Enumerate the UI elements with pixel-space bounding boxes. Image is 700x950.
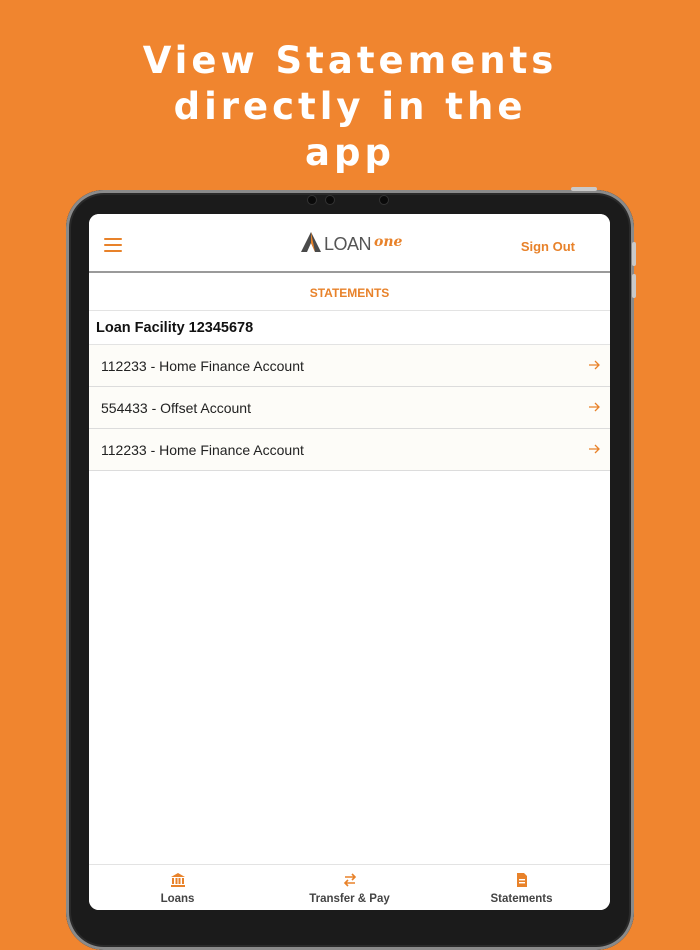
tab-label: Transfer & Pay [309, 893, 390, 905]
arrow-right-icon [589, 444, 600, 454]
arrow-right-icon [589, 360, 600, 370]
sensor-icon [308, 196, 316, 204]
page-title: STATEMENTS [89, 273, 610, 311]
volume-up-button [632, 242, 636, 266]
promo-headline: View Statements directly in the app [0, 38, 700, 176]
logo-text: LOAN [324, 234, 372, 254]
logo-accent-text: one [374, 234, 403, 250]
power-button [571, 187, 597, 191]
tab-label: Loans [160, 893, 195, 905]
tab-statements[interactable]: Statements [435, 865, 608, 910]
logo-mountain-icon [301, 232, 321, 252]
camera-bar [306, 194, 394, 206]
transfer-icon [343, 873, 356, 887]
hamburger-menu-icon[interactable] [104, 238, 122, 252]
account-label: 112233 - Home Finance Account [101, 358, 304, 374]
camera-icon [326, 196, 334, 204]
loan-facility-heading: Loan Facility 12345678 [89, 311, 610, 345]
account-list: 112233 - Home Finance Account 554433 - O… [89, 345, 610, 471]
app-header: LOAN one Sign Out [89, 214, 610, 273]
headline-line-1: View Statements [142, 39, 558, 82]
account-label: 554433 - Offset Account [101, 400, 251, 416]
loanone-logo: LOAN one [300, 231, 410, 255]
account-row[interactable]: 112233 - Home Finance Account [89, 429, 610, 471]
app-screen: LOAN one Sign Out STATEMENTS Loan Facili… [89, 214, 610, 910]
account-row[interactable]: 554433 - Offset Account [89, 387, 610, 429]
sensor-icon [380, 196, 388, 204]
tab-label: Statements [490, 893, 553, 905]
headline-line-3: app [305, 131, 395, 174]
volume-down-button [632, 274, 636, 298]
sign-out-button[interactable]: Sign Out [521, 239, 575, 254]
tab-loans[interactable]: Loans [91, 865, 264, 910]
account-row[interactable]: 112233 - Home Finance Account [89, 345, 610, 387]
bank-icon [170, 873, 185, 887]
arrow-right-icon [589, 402, 600, 412]
bottom-tab-bar: Loans Transfer & Pay Statements [89, 864, 610, 910]
document-icon [516, 873, 527, 887]
account-label: 112233 - Home Finance Account [101, 442, 304, 458]
tab-transfer-pay[interactable]: Transfer & Pay [263, 865, 436, 910]
headline-line-2: directly in the [173, 85, 527, 128]
